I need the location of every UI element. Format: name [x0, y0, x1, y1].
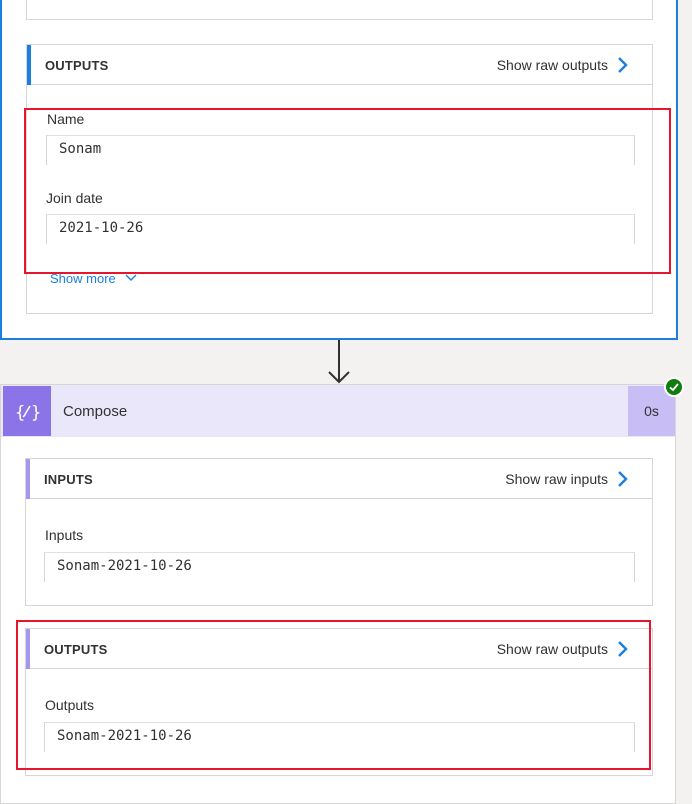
show-raw-inputs-link[interactable]: Show raw inputs: [505, 471, 608, 487]
field-label-outputs: Outputs: [45, 697, 95, 713]
chevron-right-icon[interactable]: [616, 469, 630, 489]
field-label-name: Name: [47, 111, 85, 127]
compose-icon: { }: [3, 386, 51, 436]
inputs-section: INPUTS Show raw inputs Inputs Sonam-2021…: [25, 458, 653, 606]
field-value-name[interactable]: Sonam: [46, 135, 635, 167]
field-label-inputs: Inputs: [45, 527, 84, 543]
field-value-text: Sonam-2021-10-26: [57, 728, 192, 744]
previous-section-bottom: [26, 0, 653, 20]
section-accent-bar: [26, 629, 30, 669]
field-value-text: Sonam-2021-10-26: [57, 558, 192, 574]
field-value-text: 2021-10-26: [59, 220, 144, 236]
chevron-down-icon: [125, 274, 137, 281]
previous-step-card: OUTPUTS Show raw outputs Name Sonam Join…: [0, 0, 678, 340]
arrow-down-icon: [328, 340, 350, 384]
svg-text:{: {: [15, 403, 25, 423]
section-title: OUTPUTS: [44, 642, 108, 657]
field-value-outputs[interactable]: Sonam-2021-10-26: [44, 722, 635, 754]
compose-step-header[interactable]: { } Compose 0s: [1, 385, 675, 437]
section-accent-bar: [27, 45, 31, 85]
outputs-section-header[interactable]: OUTPUTS Show raw outputs: [27, 45, 652, 85]
field-value-join-date[interactable]: 2021-10-26: [46, 214, 635, 246]
success-check-icon: [664, 377, 684, 397]
field-label-join-date: Join date: [46, 190, 103, 206]
chevron-right-icon[interactable]: [616, 639, 630, 659]
show-more-link[interactable]: Show more: [50, 271, 137, 286]
chevron-right-icon[interactable]: [616, 55, 630, 75]
outputs-section: OUTPUTS Show raw outputs Name Sonam Join…: [26, 44, 653, 314]
section-accent-bar: [26, 459, 30, 499]
step-title: Compose: [63, 403, 128, 420]
show-raw-outputs-link[interactable]: Show raw outputs: [497, 641, 608, 657]
svg-text:}: }: [31, 403, 41, 423]
field-value-text: Sonam: [59, 141, 102, 157]
section-title: INPUTS: [44, 472, 93, 487]
outputs-section-header[interactable]: OUTPUTS Show raw outputs: [26, 629, 652, 669]
compose-step-card: { } Compose 0s INPUTS Show raw inputs In…: [0, 384, 676, 804]
section-title: OUTPUTS: [45, 58, 109, 73]
show-raw-outputs-link[interactable]: Show raw outputs: [497, 57, 608, 73]
field-value-inputs[interactable]: Sonam-2021-10-26: [44, 552, 635, 584]
inputs-section-header[interactable]: INPUTS Show raw inputs: [26, 459, 652, 499]
compose-outputs-section: OUTPUTS Show raw outputs Outputs Sonam-2…: [25, 628, 653, 776]
